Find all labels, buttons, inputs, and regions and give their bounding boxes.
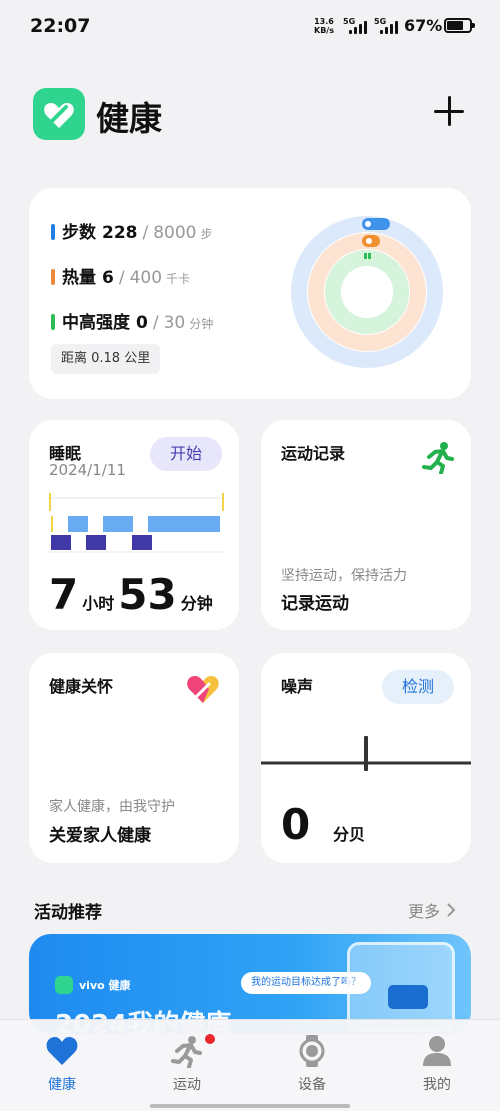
steps-label: 步数: [62, 223, 96, 243]
sleep-hours: 7: [49, 570, 79, 619]
nav-label-devices: 设备: [298, 1077, 326, 1093]
sleep-card[interactable]: 睡眠 2024/1/11 开始 7 小时 53 分钟: [29, 420, 239, 630]
home-indicator[interactable]: [150, 1104, 350, 1108]
steps-unit: 步: [200, 227, 213, 241]
nav-label-exercise: 运动: [173, 1077, 201, 1093]
status-time: 22:07: [30, 15, 91, 37]
noise-meter-needle: [364, 736, 368, 771]
running-icon: [171, 1036, 202, 1068]
sleep-start-button[interactable]: 开始: [150, 437, 222, 471]
brand-logo-icon: [55, 976, 73, 994]
banner-brand: vivo 健康: [55, 976, 131, 994]
noise-meter: [261, 736, 471, 771]
signal-icon-sim2: 5G: [374, 17, 402, 35]
sleep-hours-unit: 小时: [82, 594, 115, 613]
battery-icon: [444, 18, 475, 33]
calories-value: 6: [102, 268, 114, 288]
watch-icon: [299, 1035, 325, 1067]
care-action: 关爱家人健康: [49, 826, 151, 846]
status-bar: 22:07 13.6 KB/s 5G 5G 67%: [0, 0, 500, 54]
intensity-unit: 分钟: [189, 317, 214, 331]
intensity-value: 0: [136, 313, 148, 333]
steps-color-bar: [51, 224, 55, 240]
steps-row: 步数 228 / 8000 步: [51, 218, 213, 243]
nav-item-health[interactable]: 健康: [22, 1034, 102, 1094]
nav-label-health: 健康: [48, 1077, 76, 1093]
sleep-stage-chart: [48, 493, 225, 553]
heart-icon: [187, 676, 219, 703]
exercise-title: 运动记录: [281, 444, 346, 463]
calories-ring-progress: [362, 235, 380, 247]
nav-item-exercise[interactable]: 运动: [147, 1034, 227, 1094]
heart-icon: [46, 1037, 78, 1065]
steps-goal: 8000: [153, 223, 197, 243]
intensity-color-bar: [51, 314, 55, 330]
steps-value: 228: [102, 223, 138, 243]
more-link[interactable]: 更多: [408, 898, 456, 922]
network-speed: 13.6 KB/s: [314, 17, 334, 35]
sleep-minutes-unit: 分钟: [180, 594, 213, 613]
calories-row: 热量 6 / 400 千卡: [51, 263, 190, 288]
steps-ring-progress: [362, 218, 390, 230]
exercise-record-card[interactable]: 运动记录 坚持运动，保持活力 记录运动: [261, 420, 471, 630]
intensity-goal: 30: [163, 313, 186, 333]
health-care-card[interactable]: 健康关怀 家人健康，由我守护 关爱家人健康: [29, 653, 239, 863]
sleep-minutes: 53: [118, 570, 177, 619]
activity-rings: [291, 216, 443, 368]
noise-detect-button[interactable]: 检测: [382, 670, 454, 704]
steps-separator: /: [142, 223, 149, 243]
intensity-row: 中高强度 0 / 30 分钟: [51, 308, 213, 333]
noise-unit: 分贝: [333, 825, 366, 844]
calories-unit: 千卡: [166, 272, 191, 286]
calories-separator: /: [118, 268, 125, 288]
page-title: 健康: [96, 99, 162, 138]
intensity-label: 中高强度: [62, 313, 130, 333]
calories-label: 热量: [62, 268, 96, 288]
notification-badge: [205, 1034, 215, 1044]
care-subtitle: 家人健康，由我守护: [49, 799, 175, 815]
noise-card[interactable]: 噪声 检测 0 分贝: [261, 653, 471, 863]
care-title: 健康关怀: [49, 677, 114, 696]
sleep-date: 2024/1/11: [49, 461, 126, 479]
battery-percent: 67%: [404, 16, 443, 35]
bottom-nav: 健康 运动 设备 我的: [0, 1019, 500, 1111]
intensity-separator: /: [152, 313, 159, 333]
nav-label-me: 我的: [423, 1077, 451, 1093]
nav-item-devices[interactable]: 设备: [272, 1034, 352, 1094]
recommend-title: 活动推荐: [34, 903, 102, 923]
health-app-logo: [33, 88, 85, 140]
exercise-subtitle: 坚持运动，保持活力: [281, 568, 407, 584]
network-speed-unit: KB/s: [314, 26, 334, 35]
distance-badge: 距离 0.18 公里: [51, 344, 161, 374]
nav-item-me[interactable]: 我的: [397, 1034, 477, 1094]
exercise-action: 记录运动: [281, 594, 349, 614]
person-icon: [423, 1036, 451, 1066]
calories-goal: 400: [129, 268, 163, 288]
more-label: 更多: [408, 902, 441, 921]
running-icon: [422, 442, 454, 474]
sleep-duration: 7 小时 53 分钟: [49, 570, 217, 619]
signal-icon-sim1: 5G: [343, 17, 371, 35]
activity-card[interactable]: 步数 228 / 8000 步 热量 6 / 400 千卡 中高强度 0 / 3…: [29, 188, 471, 399]
chevron-right-icon: [447, 903, 456, 917]
add-button[interactable]: [434, 96, 466, 128]
banner-brand-label: vivo 健康: [79, 979, 131, 992]
network-speed-value: 13.6: [314, 17, 334, 26]
noise-value: 0: [281, 800, 311, 849]
noise-title: 噪声: [281, 677, 314, 696]
calories-color-bar: [51, 269, 55, 285]
